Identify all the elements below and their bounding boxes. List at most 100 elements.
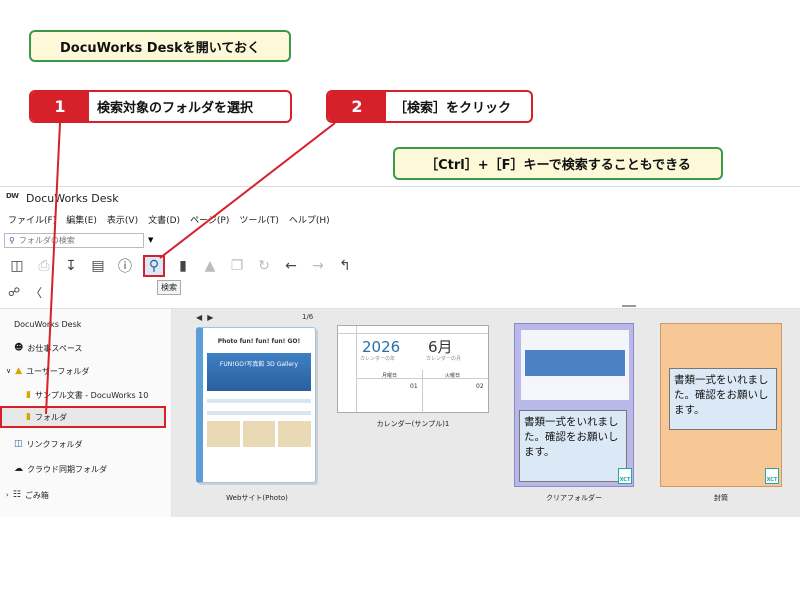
open-desk-text: DocuWorks Deskを開いておく [59,40,261,56]
doc-calendar[interactable]: 2026 6月 カレンダーの年 カレンダーの月 月曜日 火曜日 01 02 [337,325,490,414]
doc-label: 封筒 [714,494,728,502]
app-logo: DW [6,192,19,200]
cal-weekday: 月曜日 [382,373,398,379]
person-icon: ☻ [14,343,24,353]
tree-item-sample-docs[interactable]: ▮ サンプル文書 - DocuWorks 10 [26,384,148,406]
cloud-icon: ☁ [14,464,23,474]
search-tooltip: 検索 [157,280,181,295]
doc-label: クリアフォルダー [546,494,602,502]
step1-number: 1 [31,92,89,121]
tree-item-label: フォルダ [34,412,67,422]
tree-item-label: お仕事スペース [27,343,83,353]
web-photos [207,421,312,447]
tree-item-user-folder[interactable]: ∨ ▲ ユーザーフォルダ [6,360,89,382]
tree-item-work-space[interactable]: ☻ お仕事スペース [14,337,82,359]
step2-text: ［検索］をクリック [394,101,512,116]
pane-splitter-handle[interactable] [622,305,636,307]
cal-grid-line [356,326,357,412]
web-text-line [207,399,311,403]
cal-grid-line [422,370,423,414]
title-bar: DW DocuWorks Desk [0,187,800,209]
cal-day: 02 [476,383,484,390]
binder-icon[interactable]: ▮ [174,257,192,275]
tree-item-label: ごみ箱 [24,490,49,500]
back-arrow-icon[interactable]: ← [282,257,300,275]
tag-icon[interactable]: 〈 [30,284,42,301]
search-button[interactable]: ⚲ [143,255,165,277]
main-panes: DocuWorks Desk ☻ お仕事スペース ∨ ▲ ユーザーフォルダ ▮ … [0,308,800,517]
document-area: ◀ ▶ 1/6 Photo fun! fun! fun! GO! FUN!GO!… [172,309,800,517]
tree-item-label: ユーザーフォルダ [26,366,90,376]
clear-folder-page-preview [521,330,629,400]
tree-item-label: クラウド同期フォルダ [27,464,107,474]
split-view-icon[interactable]: ◫ [8,257,26,275]
cal-year: 2026 [362,338,401,356]
envelope-note: 書類一式をいれました。確認をお願いします。 [669,368,777,430]
secondary-toolbar: ☍ 〈 [0,281,800,303]
folder-search-placeholder: フォルダの検索 [18,235,75,245]
view-list-icon[interactable]: ▤ [89,257,107,275]
page-counter: 1/6 [302,313,314,321]
search-icon: ⚲ [148,258,160,274]
menu-page[interactable]: ページ(P) [190,213,229,226]
tree-item-link-folder[interactable]: ◫ リンクフォルダ [14,433,83,455]
folder-search-input[interactable]: ⚲ フォルダの検索 [4,232,144,248]
tree-item-label: サンプル文書 - DocuWorks 10 [34,390,149,400]
attach-icon[interactable]: ☍ [8,285,20,299]
tree-root-label: DocuWorks Desk [14,319,82,329]
tree-root-docuworks-desk[interactable]: DocuWorks Desk [14,313,81,335]
open-desk-callout: DocuWorks Deskを開いておく [29,30,291,62]
menu-help[interactable]: ヘルプ(H) [289,213,330,226]
link-folder-icon: ◫ [14,439,23,449]
doc-label: Webサイト(Photo) [226,494,288,502]
xct-file-icon: XCT [618,468,632,484]
tree-item-trash[interactable]: › ☷ ごみ箱 [6,484,49,506]
tree-item-cloud-folder[interactable]: ☁ クラウド同期フォルダ [14,458,107,480]
rotate-icon[interactable]: ↻ [255,257,273,275]
cal-month-caption: カレンダーの月 [426,356,462,362]
stamp-icon[interactable]: ▲ [201,257,219,275]
copy-icon[interactable]: ❐ [228,257,246,275]
web-hero: FUN!GO!写真館 3D Gallery [207,353,311,391]
menu-view[interactable]: 表示(V) [107,213,138,226]
print-icon[interactable]: ⎙ [35,257,53,275]
shortcut-callout: ［Ctrl］+［F］キーで検索することもできる [393,147,723,180]
menu-file[interactable]: ファイル(F) [8,213,56,226]
menu-tools[interactable]: ツール(T) [239,213,279,226]
cal-grid-line [356,378,490,379]
cal-year-caption: カレンダーの年 [360,356,396,362]
up-folder-icon[interactable]: ↰ [336,257,354,275]
doc-label: カレンダー(サンプル)1 [376,420,450,428]
page-nav-arrows[interactable]: ◀ ▶ [196,313,213,322]
doc-website-photo[interactable]: Photo fun! fun! fun! GO! FUN!GO!写真館 3D G… [196,327,316,483]
chevron-down-icon: ∨ [6,367,12,375]
tree-item-folder-selected[interactable]: ▮ フォルダ [0,406,166,428]
folder-icon: ▮ [26,412,31,422]
cal-grid-line [338,333,488,334]
info-icon[interactable]: ⓘ [116,257,134,275]
step1-text: 検索対象のフォルダを選択 [97,101,254,116]
web-text-line [207,411,311,415]
doc-clear-folder[interactable]: 書類一式をいれました。確認をお願いします。 XCT [514,323,634,487]
docuworks-desk-window: DW DocuWorks Desk ファイル(F) 編集(E) 表示(V) 文書… [0,186,800,517]
menu-bar: ファイル(F) 編集(E) 表示(V) 文書(D) ページ(P) ツール(T) … [0,209,800,229]
tree-item-label: リンクフォルダ [26,439,83,449]
cal-day: 01 [410,383,418,390]
trash-icon: ☷ [12,490,21,500]
xct-file-icon: XCT [765,468,779,484]
menu-edit[interactable]: 編集(E) [66,213,97,226]
folder-icon: ▲ [15,366,23,376]
step2-callout: 2 ［検索］をクリック [326,90,533,123]
menu-document[interactable]: 文書(D) [148,213,180,226]
shortcut-text: ［Ctrl］+［F］キーで検索することもできる [425,158,691,173]
cal-weekday: 火曜日 [445,373,461,379]
download-icon[interactable]: ↧ [62,257,80,275]
folder-tree: DocuWorks Desk ☻ お仕事スペース ∨ ▲ ユーザーフォルダ ▮ … [0,309,172,517]
search-icon: ⚲ [9,235,15,245]
folder-search-row: ⚲ フォルダの検索 ▼ [0,229,800,251]
chevron-right-icon: › [6,491,9,499]
forward-arrow-icon[interactable]: → [309,257,327,275]
cal-month: 6月 [428,338,453,356]
chevron-down-icon[interactable]: ▼ [148,236,153,244]
doc-envelope[interactable]: 書類一式をいれました。確認をお願いします。 XCT [660,323,782,487]
